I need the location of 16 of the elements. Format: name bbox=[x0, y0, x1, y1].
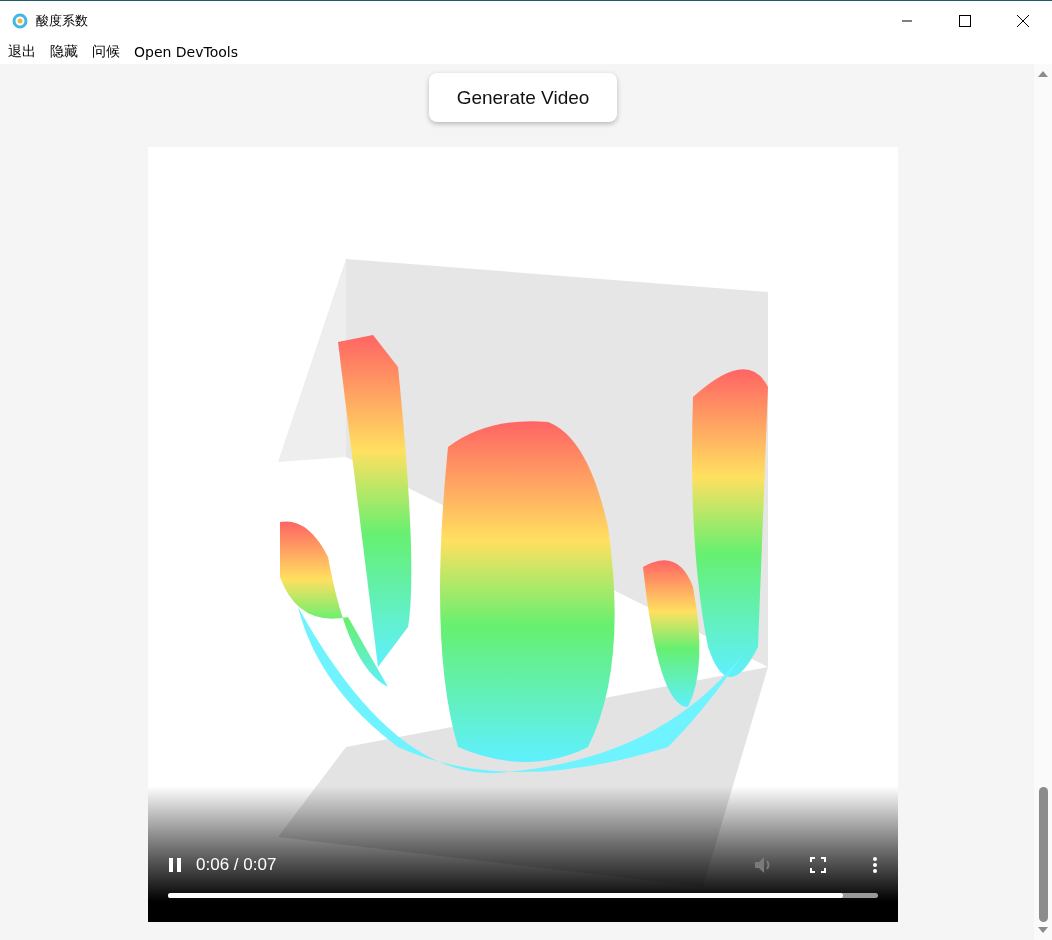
menu-item[interactable]: 退出 bbox=[8, 43, 36, 61]
window-title: 酸度系数 bbox=[36, 11, 89, 30]
menu-item[interactable]: 问候 bbox=[92, 43, 120, 61]
menu-item[interactable]: 隐藏 bbox=[50, 43, 78, 61]
menu-item[interactable]: Open DevTools bbox=[134, 44, 238, 60]
pause-icon[interactable] bbox=[168, 857, 182, 873]
maximize-icon[interactable] bbox=[959, 14, 971, 27]
scroll-up-icon[interactable] bbox=[1037, 70, 1049, 78]
app-icon bbox=[12, 12, 28, 29]
close-icon[interactable] bbox=[1017, 14, 1029, 27]
generate-video-button[interactable]: Generate Video bbox=[429, 73, 617, 122]
scrollbar-thumb[interactable] bbox=[1038, 787, 1048, 922]
fullscreen-icon[interactable] bbox=[810, 857, 826, 873]
more-icon[interactable] bbox=[872, 856, 878, 874]
video-time: 0:06 / 0:07 bbox=[196, 855, 278, 875]
scroll-down-icon[interactable] bbox=[1037, 926, 1049, 934]
